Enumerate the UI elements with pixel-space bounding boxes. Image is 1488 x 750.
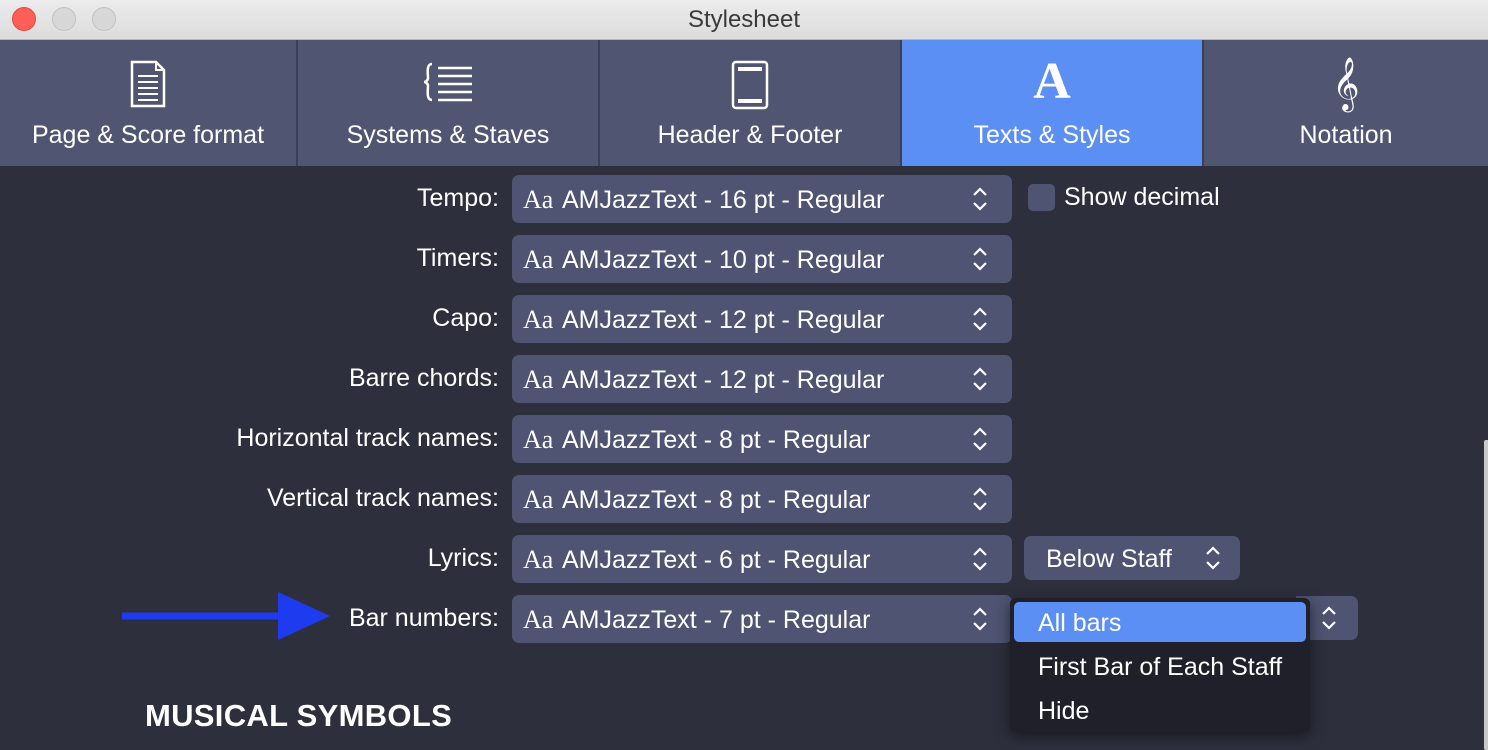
horizontal-track-names-label: Horizontal track names:	[236, 424, 499, 452]
lyrics-label: Lyrics:	[427, 544, 499, 572]
menu-item-hide[interactable]: Hide	[1014, 690, 1306, 730]
font-preview-icon: Aa	[523, 485, 554, 514]
capo-label: Capo:	[432, 304, 499, 332]
window-title: Stylesheet	[687, 6, 801, 33]
font-preview-icon: Aa	[523, 425, 554, 454]
tab-notation[interactable]: 𝄞 Notation	[1204, 40, 1488, 166]
select-value: AMJazzText - 12 pt - Regular	[562, 306, 885, 334]
staves-icon	[422, 60, 474, 109]
tab-label: Texts & Styles	[973, 121, 1131, 149]
vertical-track-names-label: Vertical track names:	[266, 484, 499, 512]
tempo-label: Tempo:	[417, 184, 499, 212]
timers-label: Timers:	[416, 244, 499, 272]
chevron-updown-icon	[971, 246, 989, 272]
select-value: AMJazzText - 12 pt - Regular	[562, 366, 885, 394]
bar-numbers-label: Bar numbers:	[348, 604, 499, 632]
scrollbar[interactable]	[1484, 440, 1488, 750]
menu-item-all-bars[interactable]: All bars	[1014, 602, 1306, 642]
select-value: AMJazzText - 7 pt - Regular	[562, 606, 871, 634]
vertical-track-names-font-select[interactable]: Aa AMJazzText - 8 pt - Regular	[512, 475, 1012, 523]
chevron-updown-icon	[971, 486, 989, 512]
lyrics-font-select[interactable]: Aa AMJazzText - 6 pt - Regular	[512, 535, 1012, 583]
lyrics-position-select[interactable]: Below Staff	[1024, 536, 1240, 580]
tab-systems-staves[interactable]: Systems & Staves	[298, 40, 598, 166]
timers-font-select[interactable]: Aa AMJazzText - 10 pt - Regular	[512, 235, 1012, 283]
menu-item-label: Hide	[1038, 697, 1090, 725]
menu-item-first-bar-of-each-staff[interactable]: First Bar of Each Staff	[1014, 646, 1306, 686]
chevron-updown-icon	[971, 186, 989, 212]
tab-label: Page & Score format	[31, 121, 265, 149]
select-value: AMJazzText - 16 pt - Regular	[562, 186, 885, 214]
tempo-font-select[interactable]: Aa AMJazzText - 16 pt - Regular	[512, 175, 1012, 223]
font-preview-icon: Aa	[523, 245, 554, 274]
menu-item-label: All bars	[1038, 609, 1122, 637]
section-heading: MUSICAL SYMBOLS	[145, 698, 453, 733]
show-decimal-checkbox[interactable]	[1028, 184, 1055, 211]
select-value: Below Staff	[1046, 545, 1173, 573]
font-a-icon: A	[1033, 53, 1071, 110]
bar-numbers-dropdown-menu: All bars First Bar of Each Staff Hide	[1010, 598, 1310, 732]
chevron-updown-icon	[971, 426, 989, 452]
chevron-updown-icon	[971, 546, 989, 572]
select-value: AMJazzText - 10 pt - Regular	[562, 246, 885, 274]
title-bar: Stylesheet	[0, 0, 1488, 40]
tab-label: Systems & Staves	[346, 121, 550, 149]
select-value: AMJazzText - 8 pt - Regular	[562, 486, 871, 514]
tab-texts-styles[interactable]: A Texts & Styles	[902, 40, 1202, 166]
menu-item-label: First Bar of Each Staff	[1038, 653, 1283, 681]
tab-page-score-format[interactable]: Page & Score format	[0, 40, 296, 166]
font-preview-icon: Aa	[523, 605, 554, 634]
treble-clef-icon: 𝄞	[1332, 56, 1360, 110]
capo-font-select[interactable]: Aa AMJazzText - 12 pt - Regular	[512, 295, 1012, 343]
chevron-updown-icon	[971, 306, 989, 332]
tab-label: Notation	[1299, 121, 1393, 149]
header-footer-icon	[731, 60, 769, 115]
pointer-arrow-icon	[122, 590, 332, 647]
page-icon	[130, 60, 166, 113]
font-preview-icon: Aa	[523, 305, 554, 334]
horizontal-track-names-font-select[interactable]: Aa AMJazzText - 8 pt - Regular	[512, 415, 1012, 463]
tab-label: Header & Footer	[657, 121, 843, 149]
font-preview-icon: Aa	[523, 185, 554, 214]
chevron-updown-icon	[1320, 605, 1338, 631]
font-preview-icon: Aa	[523, 545, 554, 574]
chevron-updown-icon	[971, 366, 989, 392]
barre-chords-label: Barre chords:	[348, 364, 499, 392]
chevron-updown-icon	[971, 606, 989, 632]
show-decimal-label: Show decimal	[1064, 183, 1220, 211]
select-value: AMJazzText - 8 pt - Regular	[562, 426, 871, 454]
barre-chords-font-select[interactable]: Aa AMJazzText - 12 pt - Regular	[512, 355, 1012, 403]
tab-header-footer[interactable]: Header & Footer	[600, 40, 900, 166]
chevron-updown-icon	[1204, 545, 1222, 571]
bar-numbers-font-select[interactable]: Aa AMJazzText - 7 pt - Regular	[512, 595, 1012, 643]
select-value: AMJazzText - 6 pt - Regular	[562, 546, 871, 574]
font-preview-icon: Aa	[523, 365, 554, 394]
toolbar-tabs: Page & Score format Systems & Staves Hea…	[0, 40, 1488, 166]
